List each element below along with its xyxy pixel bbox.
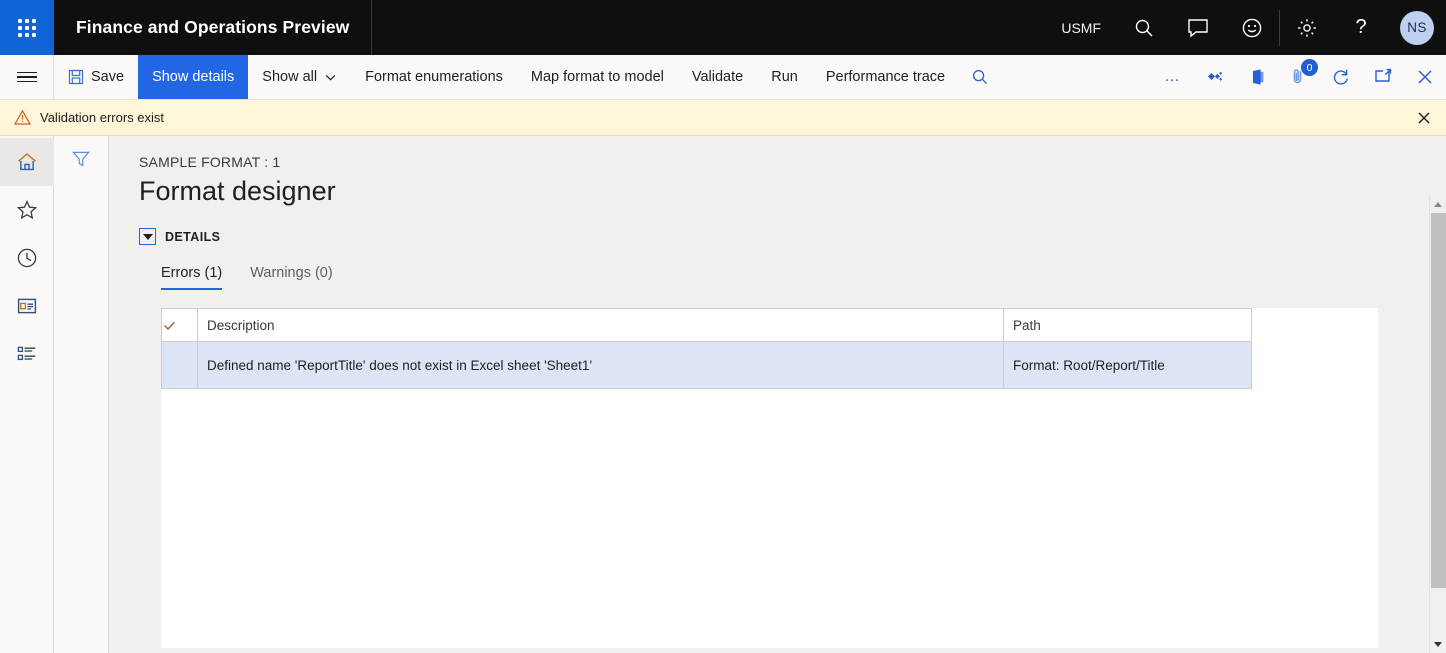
map-format-to-model-label: Map format to model bbox=[530, 69, 664, 85]
filter-funnel-icon[interactable] bbox=[70, 148, 92, 653]
avatar-initials: NS bbox=[1400, 10, 1434, 45]
help-icon[interactable]: ? bbox=[1334, 0, 1388, 55]
feedback-chat-icon[interactable] bbox=[1171, 0, 1225, 55]
save-button[interactable]: Save bbox=[54, 55, 138, 99]
column-header-description[interactable]: Description bbox=[197, 308, 1004, 342]
checkmark-icon bbox=[163, 318, 197, 333]
tab-errors[interactable]: Errors (1) bbox=[161, 265, 223, 290]
filter-pane bbox=[54, 136, 109, 653]
validate-label: Validate bbox=[691, 69, 744, 85]
errors-grid: Description Path Defined name 'ReportTit… bbox=[161, 308, 1378, 648]
details-tabs: Errors (1) Warnings (0) bbox=[139, 265, 1446, 290]
scrollbar-track[interactable] bbox=[1430, 213, 1446, 636]
map-format-to-model-button[interactable]: Map format to model bbox=[517, 55, 678, 99]
scroll-down-icon[interactable] bbox=[1430, 636, 1446, 653]
chevron-down-icon bbox=[324, 71, 337, 84]
table-row[interactable]: Defined name 'ReportTitle' does not exis… bbox=[161, 341, 1252, 389]
top-navigation-bar: Finance and Operations Preview USMF ? NS bbox=[0, 0, 1446, 55]
attachments-badge: 0 bbox=[1301, 59, 1318, 76]
tab-warnings-label: Warnings (0) bbox=[250, 265, 333, 281]
scrollbar-thumb[interactable] bbox=[1430, 213, 1446, 588]
details-section-label: DETAILS bbox=[165, 229, 221, 244]
toolbar-search-icon[interactable] bbox=[959, 55, 1001, 99]
format-enumerations-label: Format enumerations bbox=[365, 69, 503, 85]
app-launcher-icon[interactable] bbox=[0, 0, 54, 55]
overflow-menu-button[interactable]: … bbox=[1152, 55, 1194, 99]
select-all-header[interactable] bbox=[161, 308, 198, 342]
row-select-cell[interactable] bbox=[161, 341, 198, 389]
errors-table: Description Path Defined name 'ReportTit… bbox=[161, 308, 1252, 389]
navigation-menu-button[interactable] bbox=[0, 55, 54, 99]
smiley-icon[interactable] bbox=[1225, 0, 1279, 55]
breadcrumb: SAMPLE FORMAT : 1 bbox=[139, 154, 281, 170]
sidebar-item-home[interactable] bbox=[0, 138, 54, 186]
refresh-icon[interactable] bbox=[1320, 55, 1362, 99]
avatar[interactable]: NS bbox=[1388, 0, 1446, 55]
company-selector[interactable]: USMF bbox=[1045, 0, 1117, 55]
format-enumerations-button[interactable]: Format enumerations bbox=[351, 55, 517, 99]
scroll-up-icon[interactable] bbox=[1430, 196, 1446, 213]
sidebar-item-modules[interactable] bbox=[0, 330, 54, 378]
warning-triangle-icon bbox=[14, 109, 31, 126]
show-details-label: Show details bbox=[152, 69, 235, 85]
tab-errors-label: Errors (1) bbox=[161, 265, 223, 281]
share-icon[interactable] bbox=[1194, 55, 1236, 99]
message-bar-close-icon[interactable] bbox=[1402, 110, 1446, 126]
topbar-actions: USMF ? NS bbox=[1045, 0, 1446, 55]
page-body: SAMPLE FORMAT : 1 Format designer DETAIL… bbox=[0, 136, 1446, 653]
app-title: Finance and Operations Preview bbox=[54, 0, 373, 55]
performance-trace-button[interactable]: Performance trace bbox=[812, 55, 959, 99]
open-in-office-icon[interactable] bbox=[1236, 55, 1278, 99]
column-header-path[interactable]: Path bbox=[1003, 308, 1252, 342]
sidebar-item-workspaces[interactable] bbox=[0, 282, 54, 330]
content-area: SAMPLE FORMAT : 1 Format designer DETAIL… bbox=[109, 136, 1446, 653]
run-button[interactable]: Run bbox=[757, 55, 812, 99]
search-icon[interactable] bbox=[1117, 0, 1171, 55]
row-path-cell: Format: Root/Report/Title bbox=[1003, 341, 1252, 389]
message-bar: Validation errors exist bbox=[0, 100, 1446, 136]
run-label: Run bbox=[771, 69, 798, 85]
command-bar: Save Show details Show all Format enumer… bbox=[0, 55, 1446, 100]
show-all-dropdown[interactable]: Show all bbox=[248, 55, 351, 99]
message-bar-text: Validation errors exist bbox=[40, 110, 165, 125]
save-icon bbox=[68, 69, 84, 85]
show-details-button[interactable]: Show details bbox=[138, 55, 249, 99]
table-header-row: Description Path bbox=[161, 308, 1252, 342]
application-window: Finance and Operations Preview USMF ? NS bbox=[0, 0, 1446, 653]
show-all-label: Show all bbox=[262, 69, 318, 85]
close-page-button[interactable] bbox=[1404, 55, 1446, 99]
page-title: Format designer bbox=[139, 176, 336, 206]
save-label: Save bbox=[91, 69, 125, 85]
open-in-new-window-icon[interactable] bbox=[1362, 55, 1404, 99]
validate-button[interactable]: Validate bbox=[678, 55, 757, 99]
attachments-icon[interactable]: 0 bbox=[1278, 55, 1320, 99]
collapse-triangle-icon[interactable] bbox=[139, 228, 156, 245]
details-section-header: DETAILS bbox=[139, 228, 1446, 245]
command-bar-spacer bbox=[1001, 55, 1152, 99]
sidebar-item-recent[interactable] bbox=[0, 234, 54, 282]
navigation-rail bbox=[0, 136, 54, 653]
overflow-label: … bbox=[1164, 68, 1182, 85]
waffle-grid bbox=[18, 18, 36, 37]
sidebar-item-favorites[interactable] bbox=[0, 186, 54, 234]
vertical-scrollbar[interactable] bbox=[1429, 196, 1446, 653]
performance-trace-label: Performance trace bbox=[825, 69, 946, 85]
row-description-cell: Defined name 'ReportTitle' does not exis… bbox=[197, 341, 1004, 389]
tab-warnings[interactable]: Warnings (0) bbox=[250, 265, 332, 290]
gear-icon[interactable] bbox=[1280, 0, 1334, 55]
